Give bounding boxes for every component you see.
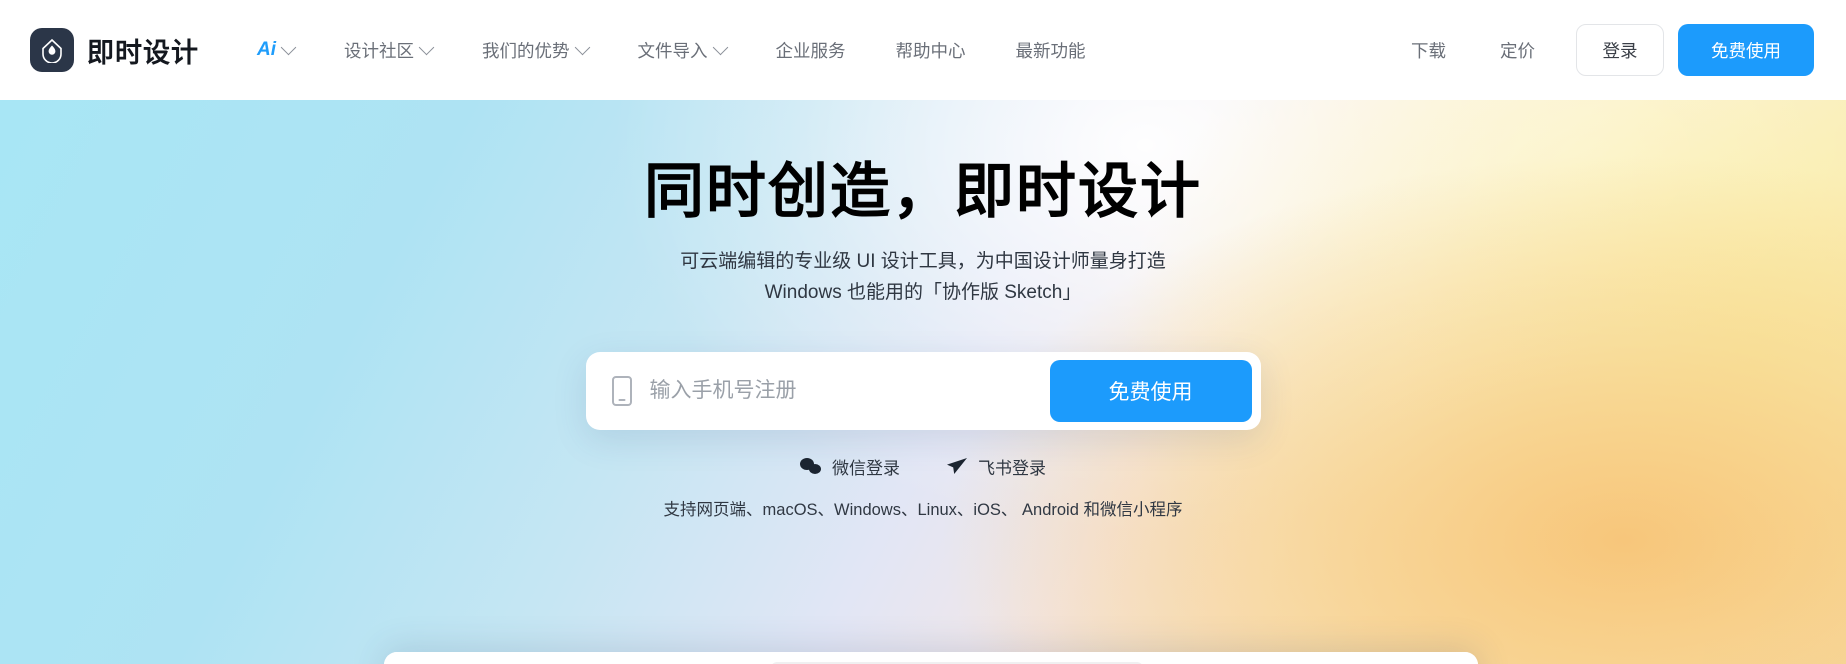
nav-item-label: 帮助中心 (895, 40, 966, 61)
nav-item-whats-new[interactable]: 最新功能 (991, 38, 1111, 63)
nav-item-pricing[interactable]: 定价 (1473, 38, 1562, 63)
nav-item-label: Ai (257, 39, 276, 60)
feishu-login[interactable]: 飞书登录 (946, 454, 1046, 479)
wechat-login[interactable]: 微信登录 (800, 454, 900, 479)
nav-item-advantages[interactable]: 我们的优势 (457, 38, 613, 63)
nav-item-label: 最新功能 (1015, 40, 1086, 61)
phone-input[interactable] (649, 378, 1050, 403)
chevron-down-icon (574, 39, 590, 55)
nav-item-file-import[interactable]: 文件导入 (613, 38, 751, 63)
signup-box: 免费使用 (585, 351, 1261, 430)
chevron-down-icon (712, 39, 728, 55)
free-trial-button[interactable]: 免费使用 (1678, 24, 1814, 76)
chevron-down-icon (280, 39, 297, 55)
brand-logo[interactable]: 即时设计 (30, 28, 199, 72)
phone-icon (611, 375, 632, 406)
nav-item-label: 文件导入 (637, 40, 708, 61)
wechat-icon (800, 457, 822, 475)
nav-right-group: 下载 定价 登录 免费使用 (1384, 24, 1814, 76)
supported-platforms-text: 支持网页端、macOS、Windows、Linux、iOS、 Android 和… (663, 500, 1183, 519)
nav-item-label: 设计社区 (344, 40, 414, 61)
feishu-icon (946, 457, 968, 475)
browser-mockup: js.design ↻ 书籍阅读 (384, 652, 1478, 664)
nav-item-label: 企业服务 (775, 40, 846, 61)
nav-item-download[interactable]: 下载 (1384, 38, 1473, 63)
chevron-down-icon (418, 39, 435, 55)
social-login-row: 微信登录 飞书登录 (0, 454, 1846, 479)
hero-section: 同时创造，即时设计 可云端编辑的专业级 UI 设计工具，为中国设计师量身打造 W… (0, 100, 1846, 664)
nav-item-help-center[interactable]: 帮助中心 (871, 38, 991, 63)
page-title: 同时创造，即时设计 (644, 158, 1202, 225)
app-logo-icon (30, 28, 74, 72)
brand-name: 即时设计 (87, 37, 199, 68)
feishu-login-label: 飞书登录 (978, 458, 1046, 478)
nav-item-community[interactable]: 设计社区 (319, 38, 457, 63)
nav-links: Ai 设计社区 我们的优势 文件导入 企业服务 帮助中心 最新功能 (235, 38, 1111, 63)
signup-free-button[interactable]: 免费使用 (1049, 359, 1252, 422)
hero-subtitle: 可云端编辑的专业级 UI 设计工具，为中国设计师量身打造 Windows 也能用… (0, 247, 1846, 308)
signup-area: 免费使用 (0, 351, 1846, 430)
nav-item-label: 我们的优势 (482, 40, 570, 61)
top-navigation-bar: 即时设计 Ai 设计社区 我们的优势 文件导入 企业服务 帮助中心 最新功能 下… (0, 0, 1846, 100)
hero-subtitle-line-2: Windows 也能用的「协作版 Sketch」 (764, 281, 1082, 303)
nav-item-enterprise[interactable]: 企业服务 (751, 38, 871, 63)
login-button[interactable]: 登录 (1576, 24, 1664, 76)
nav-item-ai[interactable]: Ai (235, 39, 319, 61)
browser-titlebar: js.design ↻ (384, 652, 1478, 664)
wechat-login-label: 微信登录 (832, 458, 900, 478)
hero-subtitle-line-1: 可云端编辑的专业级 UI 设计工具，为中国设计师量身打造 (680, 251, 1166, 273)
